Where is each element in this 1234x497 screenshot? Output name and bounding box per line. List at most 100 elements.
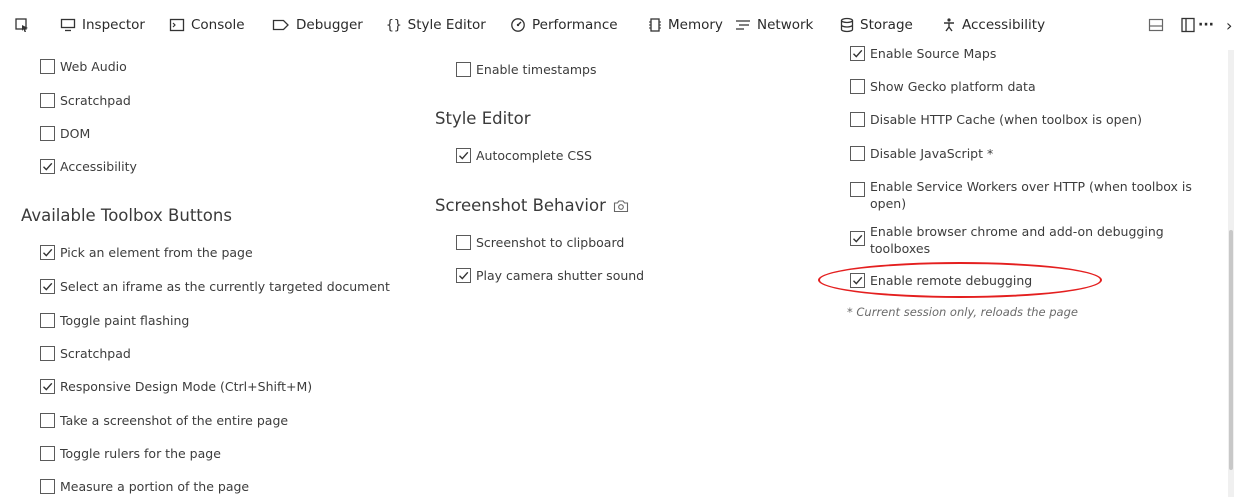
checkbox[interactable] [40, 313, 55, 328]
tab-debugger-label: Debugger [296, 17, 363, 33]
toolbox-button-responsive-design[interactable]: Responsive Design Mode (Ctrl+Shift+M) [40, 379, 312, 394]
panel-scratchpad[interactable]: Scratchpad [40, 93, 131, 108]
toolbox-button-screenshot[interactable]: Take a screenshot of the entire page [40, 413, 288, 428]
tab-performance[interactable]: Performance [510, 15, 618, 35]
overflow-chevron-icon[interactable]: › [1226, 15, 1232, 35]
checkbox[interactable] [456, 268, 471, 283]
checkbox-label: Take a screenshot of the entire page [60, 413, 289, 428]
tab-style-editor[interactable]: {} Style Editor [386, 15, 486, 35]
storage-icon [840, 17, 854, 33]
session-note: * Current session only, reloads the page [847, 305, 1078, 319]
option-source-maps[interactable]: Enable Source Maps [850, 46, 996, 61]
checkbox[interactable] [40, 379, 55, 394]
tab-network[interactable]: Network [735, 15, 813, 35]
network-icon [736, 20, 750, 30]
checkbox[interactable] [40, 245, 55, 260]
toolbox-button-scratchpad[interactable]: Scratchpad [40, 346, 131, 361]
screenshot-behavior-heading: Screenshot Behavior [435, 196, 629, 215]
checkbox[interactable] [40, 479, 55, 494]
checkbox[interactable] [40, 446, 55, 461]
checkbox-label: Toggle paint flashing [60, 313, 190, 328]
checkbox-label: Play camera shutter sound [476, 268, 645, 283]
toolbox-buttons-heading: Available Toolbox Buttons [21, 206, 232, 225]
panel-web-audio[interactable]: Web Audio [40, 59, 127, 74]
checkbox[interactable] [456, 62, 471, 77]
devtools-toolbar: Inspector Console Debugger {} Style Edit… [0, 0, 1234, 50]
console-icon [169, 18, 185, 32]
tab-console-label: Console [191, 17, 245, 33]
heading-text: Screenshot Behavior [435, 196, 606, 215]
memory-icon [649, 18, 661, 32]
checkbox[interactable] [40, 159, 55, 174]
checkbox-label: Toggle rulers for the page [60, 446, 221, 461]
more-options-icon[interactable]: ··· [1198, 15, 1214, 35]
tab-memory[interactable]: Memory [648, 15, 723, 35]
checkbox-label: Disable JavaScript * [870, 146, 994, 161]
style-editor-heading: Style Editor [435, 109, 531, 128]
checkbox-label: Pick an element from the page [60, 245, 253, 260]
toolbox-button-rulers[interactable]: Toggle rulers for the page [40, 446, 221, 461]
checkbox-label: Enable Source Maps [870, 46, 997, 61]
checkbox-label: Disable HTTP Cache (when toolbox is open… [870, 112, 1143, 127]
option-gecko-platform-data[interactable]: Show Gecko platform data [850, 79, 1036, 94]
checkbox-label: Web Audio [60, 59, 127, 74]
checkbox[interactable] [40, 279, 55, 294]
checkbox-label: Enable timestamps [476, 62, 597, 77]
option-autocomplete-css[interactable]: Autocomplete CSS [456, 148, 592, 163]
checkbox[interactable] [40, 93, 55, 108]
option-service-workers-http[interactable]: Enable Service Workers over HTTP (when t… [850, 178, 1210, 212]
tab-style-editor-label: Style Editor [407, 17, 486, 33]
toolbox-button-measure[interactable]: Measure a portion of the page [40, 479, 249, 494]
toolbox-button-paint-flashing[interactable]: Toggle paint flashing [40, 313, 189, 328]
checkbox[interactable] [850, 112, 865, 127]
option-disable-javascript[interactable]: Disable JavaScript * [850, 146, 993, 161]
tab-debugger[interactable]: Debugger [272, 15, 363, 35]
checkbox[interactable] [456, 148, 471, 163]
option-screenshot-clipboard[interactable]: Screenshot to clipboard [456, 235, 624, 250]
checkbox-label: Screenshot to clipboard [476, 235, 625, 250]
option-enable-timestamps[interactable]: Enable timestamps [456, 62, 597, 77]
checkbox-label: Accessibility [60, 159, 137, 174]
option-shutter-sound[interactable]: Play camera shutter sound [456, 268, 644, 283]
style-editor-icon: {} [386, 17, 402, 33]
checkbox-label: DOM [60, 126, 91, 141]
checkbox-label: Scratchpad [60, 93, 131, 108]
tab-storage[interactable]: Storage [840, 15, 913, 35]
tab-network-label: Network [757, 17, 814, 33]
checkbox-label: Autocomplete CSS [476, 148, 592, 163]
tab-inspector-label: Inspector [82, 17, 145, 33]
checkbox[interactable] [850, 182, 865, 197]
scrollbar-thumb[interactable] [1229, 230, 1233, 470]
split-console-icon[interactable] [1148, 15, 1164, 35]
toolbox-button-pick-element[interactable]: Pick an element from the page [40, 245, 253, 260]
checkbox[interactable] [40, 59, 55, 74]
panel-accessibility[interactable]: Accessibility [40, 159, 137, 174]
dock-toggle-icon[interactable] [1180, 15, 1196, 35]
option-browser-chrome-debugging[interactable]: Enable browser chrome and add-on debuggi… [850, 223, 1210, 257]
checkbox[interactable] [850, 46, 865, 61]
camera-icon [613, 199, 628, 212]
tab-accessibility[interactable]: Accessibility [942, 15, 1045, 35]
checkbox[interactable] [40, 413, 55, 428]
panel-dom[interactable]: DOM [40, 126, 90, 141]
tab-memory-label: Memory [668, 17, 723, 33]
toolbox-button-select-iframe[interactable]: Select an iframe as the currently target… [40, 279, 390, 294]
heading-text: Style Editor [435, 109, 531, 128]
checkbox[interactable] [850, 231, 865, 246]
tab-inspector[interactable]: Inspector [60, 15, 145, 35]
checkbox-label: Enable Service Workers over HTTP (when t… [870, 179, 1192, 211]
checkbox[interactable] [456, 235, 471, 250]
debugger-icon [272, 19, 289, 31]
checkbox-label: Scratchpad [60, 346, 131, 361]
option-disable-http-cache[interactable]: Disable HTTP Cache (when toolbox is open… [850, 112, 1142, 127]
checkbox-label: Show Gecko platform data [870, 79, 1036, 94]
checkbox-label: Enable browser chrome and add-on debuggi… [870, 224, 1164, 256]
checkbox[interactable] [850, 146, 865, 161]
heading-text: Available Toolbox Buttons [21, 206, 232, 225]
tab-console[interactable]: Console [169, 15, 245, 35]
checkbox[interactable] [40, 346, 55, 361]
checkbox-label: Responsive Design Mode (Ctrl+Shift+M) [60, 379, 313, 394]
checkbox[interactable] [40, 126, 55, 141]
element-picker-icon[interactable] [14, 15, 30, 35]
checkbox[interactable] [850, 79, 865, 94]
